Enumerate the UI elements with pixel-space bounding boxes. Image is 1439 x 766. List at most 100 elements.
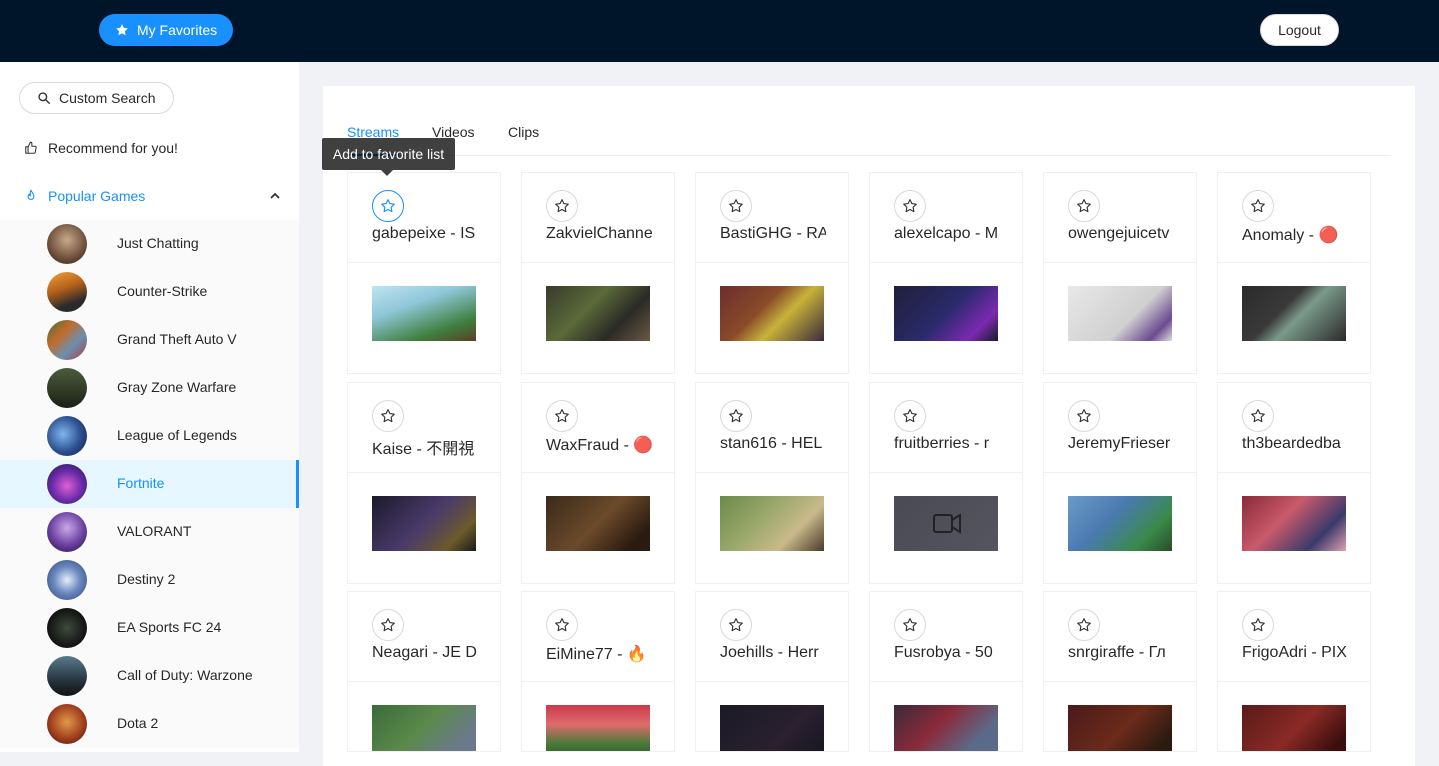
add-favorite-button[interactable] (894, 609, 926, 641)
stream-card-header: Kaise - 不開視 (348, 383, 500, 473)
stream-thumbnail[interactable] (546, 496, 650, 551)
stream-card[interactable]: Kaise - 不開視 (347, 382, 501, 584)
stream-card[interactable]: EiMine77 - 🔥 (521, 591, 675, 752)
stream-card[interactable]: BastiGHG - RA (695, 172, 849, 374)
stream-thumbnail[interactable] (720, 705, 824, 751)
sidebar-item-ea-sports-fc-24[interactable]: EA Sports FC 24 (0, 604, 299, 652)
stream-thumbnail[interactable] (372, 496, 476, 551)
add-favorite-button[interactable] (720, 190, 752, 222)
sidebar-item-just-chatting[interactable]: Just Chatting (0, 220, 299, 268)
search-icon (38, 92, 50, 104)
add-favorite-button[interactable] (372, 400, 404, 432)
stream-card[interactable]: snrgiraffe - Гл (1043, 591, 1197, 752)
stream-thumbnail[interactable] (546, 705, 650, 751)
stream-thumbnail[interactable] (894, 496, 998, 551)
stream-thumbnail[interactable] (372, 286, 476, 341)
logout-button[interactable]: Logout (1260, 14, 1339, 46)
stream-thumbnail[interactable] (1068, 705, 1172, 751)
game-label: Fortnite (117, 475, 165, 491)
popular-games-submenu[interactable]: Popular Games (0, 174, 299, 218)
stream-thumbnail[interactable] (894, 705, 998, 751)
sidebar-item-recommend[interactable]: Recommend for you! (0, 126, 299, 170)
stream-thumbnail[interactable] (894, 286, 998, 341)
custom-search-button[interactable]: Custom Search (19, 82, 174, 114)
game-avatar (47, 320, 87, 360)
star-icon (729, 199, 743, 213)
add-favorite-button[interactable] (546, 190, 578, 222)
stream-card[interactable]: Neagari - JE D (347, 591, 501, 752)
star-icon (381, 618, 395, 632)
stream-card[interactable]: Joehills - Herr (695, 591, 849, 752)
add-favorite-button[interactable] (1242, 400, 1274, 432)
sidebar-item-valorant[interactable]: VALORANT (0, 508, 299, 556)
add-favorite-button[interactable] (894, 190, 926, 222)
game-avatar (47, 416, 87, 456)
stream-card[interactable]: WaxFraud - 🔴 (521, 382, 675, 584)
add-favorite-button[interactable] (1242, 609, 1274, 641)
stream-card[interactable]: ZakvielChanne (521, 172, 675, 374)
add-favorite-button[interactable] (1068, 190, 1100, 222)
sidebar-item-gray-zone-warfare[interactable]: Gray Zone Warfare (0, 364, 299, 412)
stream-thumbnail[interactable] (546, 286, 650, 341)
stream-card-header: BastiGHG - RA (696, 173, 848, 263)
stream-thumbnail[interactable] (720, 496, 824, 551)
add-favorite-button[interactable] (1068, 400, 1100, 432)
stream-card[interactable]: alexelcapo - M (869, 172, 1023, 374)
game-label: League of Legends (117, 427, 237, 443)
stream-thumbnail[interactable] (1242, 286, 1346, 341)
add-favorite-button[interactable] (894, 400, 926, 432)
stream-title: WaxFraud - 🔴 (546, 437, 652, 454)
stream-thumbnail[interactable] (372, 705, 476, 751)
add-favorite-button[interactable] (372, 190, 404, 222)
stream-card[interactable]: Fusrobya - 50 (869, 591, 1023, 752)
stream-card-header: Joehills - Herr (696, 592, 848, 682)
stream-card-header: Fusrobya - 50 (870, 592, 1022, 682)
add-favorite-button[interactable] (1068, 609, 1100, 641)
star-icon (903, 409, 917, 423)
stream-card-header: WaxFraud - 🔴 (522, 383, 674, 473)
stream-card[interactable]: owengejuicetv (1043, 172, 1197, 374)
stream-card[interactable]: Anomaly - 🔴 (1217, 172, 1371, 374)
game-avatar (47, 704, 87, 744)
stream-thumbnail[interactable] (1242, 496, 1346, 551)
add-favorite-button[interactable] (546, 400, 578, 432)
add-favorite-button[interactable] (1242, 190, 1274, 222)
game-avatar (47, 368, 87, 408)
star-icon (729, 409, 743, 423)
sidebar-item-call-of-duty-warzone[interactable]: Call of Duty: Warzone (0, 652, 299, 700)
add-favorite-button[interactable] (372, 609, 404, 641)
stream-card[interactable]: JeremyFrieser (1043, 382, 1197, 584)
stream-card-header: stan616 - HEL (696, 383, 848, 473)
stream-thumbnail[interactable] (720, 286, 824, 341)
stream-card[interactable]: stan616 - HEL (695, 382, 849, 584)
stream-title: BastiGHG - RA (720, 225, 826, 242)
star-icon (1251, 409, 1265, 423)
sidebar-item-counter-strike[interactable]: Counter-Strike (0, 268, 299, 316)
star-icon (1077, 409, 1091, 423)
stream-title: gabepeixe - IS (372, 225, 476, 242)
stream-card[interactable]: fruitberries - r (869, 382, 1023, 584)
my-favorites-button[interactable]: My Favorites (99, 14, 234, 46)
stream-card[interactable]: FrigoAdri - PIX (1217, 591, 1371, 752)
sidebar-item-dota-2[interactable]: Dota 2 (0, 700, 299, 748)
sidebar-item-gta-v[interactable]: Grand Theft Auto V (0, 316, 299, 364)
stream-card[interactable]: th3beardedba (1217, 382, 1371, 584)
stream-thumbnail[interactable] (1068, 496, 1172, 551)
sidebar-item-league-of-legends[interactable]: League of Legends (0, 412, 299, 460)
game-label: Counter-Strike (117, 283, 208, 299)
tab-bar: Streams Videos Clips (347, 124, 1391, 156)
add-favorite-button[interactable] (546, 609, 578, 641)
video-camera-icon (933, 513, 961, 534)
game-avatar (47, 464, 87, 504)
sidebar-item-fortnite[interactable]: Fortnite (0, 460, 299, 508)
stream-title: owengejuicetv (1068, 225, 1170, 242)
recommend-label: Recommend for you! (48, 140, 178, 156)
tab-clips[interactable]: Clips (508, 124, 539, 156)
sidebar-item-destiny-2[interactable]: Destiny 2 (0, 556, 299, 604)
stream-thumbnail[interactable] (1242, 705, 1346, 751)
add-favorite-button[interactable] (720, 400, 752, 432)
add-favorite-button[interactable] (720, 609, 752, 641)
stream-card[interactable]: gabepeixe - IS (347, 172, 501, 374)
thumbs-up-icon (25, 141, 37, 154)
stream-thumbnail[interactable] (1068, 286, 1172, 341)
